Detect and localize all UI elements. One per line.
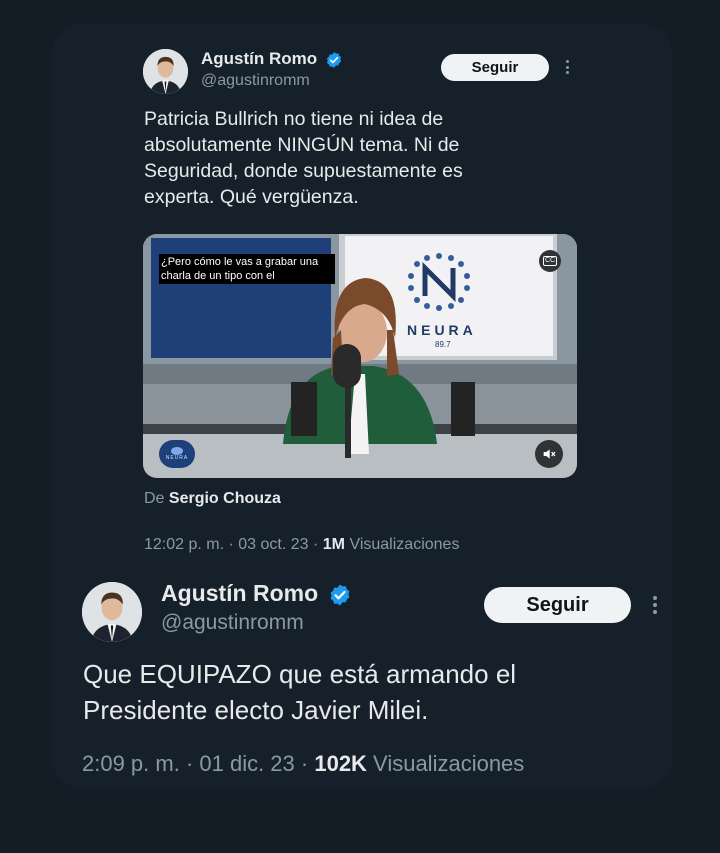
video-player[interactable]: ¿Pero cómo le vas a grabar una charla de…: [143, 234, 577, 478]
author-name[interactable]: Agustín Romo: [201, 49, 343, 69]
tweet-meta: 12:02 p. m. · 03 oct. 23 · 1M Visualizac…: [144, 536, 459, 554]
tweet-text: Patricia Bullrich no tiene ni idea de ab…: [144, 108, 463, 208]
neura-frequency: 89.7: [435, 340, 451, 349]
video-attribution: De Sergio Chouza: [144, 490, 281, 508]
more-options-icon[interactable]: [565, 60, 569, 74]
mute-button[interactable]: [535, 440, 563, 468]
speaker-muted-icon: [543, 449, 556, 459]
neura-logo-text: NEURA: [407, 322, 477, 338]
video-caption: ¿Pero cómo le vas a grabar una charla de…: [159, 254, 335, 284]
tweet-timestamp[interactable]: 12:02 p. m. · 03 oct. 23 ·: [144, 536, 323, 553]
follow-button[interactable]: Seguir: [484, 587, 631, 623]
channel-corner-logo-icon: NEURA: [159, 440, 195, 468]
views-label: Visualizaciones: [345, 536, 460, 553]
attribution-author[interactable]: Sergio Chouza: [169, 490, 281, 507]
author-name[interactable]: Agustín Romo: [161, 580, 352, 607]
avatar[interactable]: [82, 582, 142, 642]
verified-badge-icon: [325, 51, 343, 69]
verified-badge-icon: [328, 583, 352, 607]
cc-icon: CC: [542, 256, 558, 266]
views-count: 102K: [314, 751, 367, 776]
author-name-text: Agustín Romo: [201, 49, 318, 68]
follow-button[interactable]: Seguir: [441, 54, 549, 81]
views-count: 1M: [322, 536, 345, 553]
views-label: Visualizaciones: [366, 751, 525, 776]
author-handle[interactable]: @agustinromm: [201, 72, 310, 90]
author-handle[interactable]: @agustinromm: [161, 611, 304, 635]
captions-cc-button[interactable]: CC: [539, 250, 561, 272]
tweet-text: Que EQUIPAZO que está armando el Preside…: [83, 659, 517, 725]
corner-logo-text: NEURA: [165, 455, 189, 461]
avatar[interactable]: [143, 49, 188, 94]
more-options-icon[interactable]: [652, 596, 657, 614]
tweet-meta: 2:09 p. m. · 01 dic. 23 · 102K Visualiza…: [82, 751, 524, 777]
author-name-text: Agustín Romo: [161, 580, 319, 606]
attribution-prefix: De: [144, 490, 165, 507]
tweet-timestamp[interactable]: 2:09 p. m. · 01 dic. 23 ·: [82, 751, 314, 776]
